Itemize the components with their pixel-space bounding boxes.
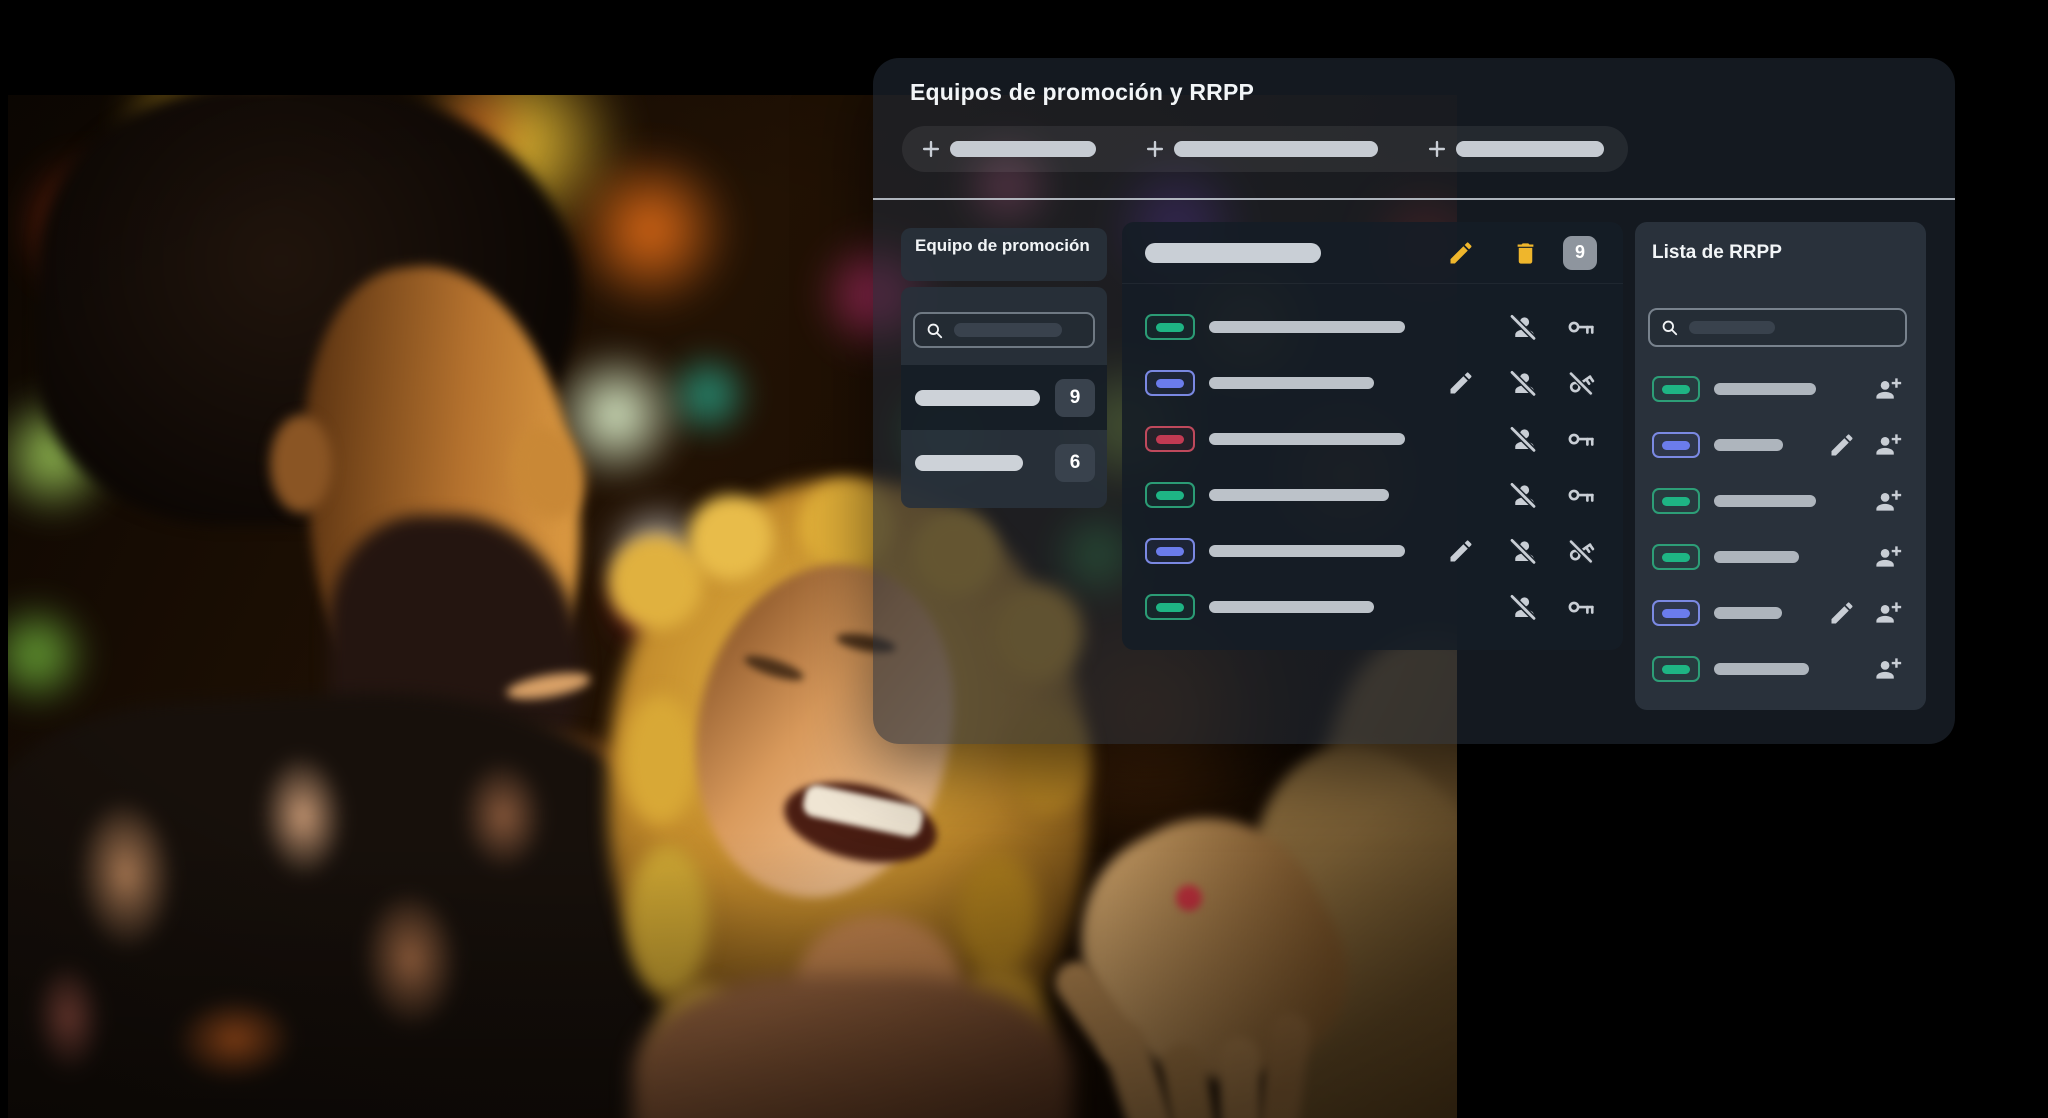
team-member-count: 6 [1055,444,1095,482]
key-icon[interactable] [1566,592,1596,622]
toolbar-add-button[interactable] [1426,138,1604,160]
key-icon[interactable] [1566,480,1596,510]
promo-team-row[interactable]: 9 [901,365,1107,430]
team-panel-header: 9 [1122,222,1623,284]
person-off-icon[interactable] [1508,424,1538,454]
key-off-icon[interactable] [1566,536,1596,566]
member-name-skeleton [1209,601,1374,613]
plus-icon [1144,138,1166,160]
search-placeholder-bar [1689,321,1775,334]
promo-team-row[interactable]: 6 [901,430,1107,495]
team-name-skeleton [915,455,1023,471]
key-off-icon[interactable] [1566,368,1596,398]
promo-search-input[interactable] [913,312,1095,348]
edit-icon[interactable] [1828,599,1856,627]
key-icon[interactable] [1566,312,1596,342]
member-tag-green [1652,656,1700,682]
team-member-row[interactable] [1122,579,1623,635]
person-add-icon[interactable] [1873,543,1902,572]
member-name-skeleton [1209,377,1374,389]
toolbar-skeleton-bar [1174,141,1378,157]
rrpp-search-input[interactable] [1648,308,1907,347]
person-off-icon[interactable] [1508,480,1538,510]
person-off-icon[interactable] [1508,368,1538,398]
member-tag-green [1145,594,1195,620]
team-member-row[interactable] [1122,467,1623,523]
member-name-skeleton [1209,545,1405,557]
plus-icon [920,138,942,160]
rrpp-member-row[interactable] [1635,361,1926,417]
person-off-icon[interactable] [1508,592,1538,622]
delete-icon[interactable] [1512,240,1539,267]
member-name-skeleton [1714,607,1782,619]
member-tag-blue [1145,538,1195,564]
edit-icon[interactable] [1447,239,1475,267]
person-add-icon[interactable] [1873,655,1902,684]
member-tag-green [1652,376,1700,402]
rrpp-member-row[interactable] [1635,529,1926,585]
promo-panel-title: Equipo de promoción [901,228,1107,281]
page-title: Equipos de promoción y RRPP [910,79,1254,106]
promo-panel: 96 [901,287,1107,508]
member-tag-green [1652,544,1700,570]
promo-rrpp-card: Equipos de promoción y RRPP Equipo de pr… [873,58,1955,744]
member-name-skeleton [1714,551,1799,563]
member-name-skeleton [1714,495,1816,507]
person-add-icon[interactable] [1873,487,1902,516]
rrpp-member-row[interactable] [1635,473,1926,529]
search-icon [925,321,944,340]
person-add-icon[interactable] [1873,431,1902,460]
member-tag-green [1145,482,1195,508]
member-tag-green [1652,488,1700,514]
team-name-skeleton [915,390,1040,406]
search-icon [1660,318,1679,337]
member-tag-blue [1652,432,1700,458]
member-count-badge: 9 [1563,236,1597,270]
search-placeholder-bar [954,323,1062,337]
team-member-row[interactable] [1122,299,1623,355]
team-member-count: 9 [1055,379,1095,417]
screenshot-stage: Equipos de promoción y RRPP Equipo de pr… [0,0,2048,1118]
edit-icon[interactable] [1447,537,1475,565]
member-name-skeleton [1714,663,1809,675]
toolbar-add-button[interactable] [1144,138,1378,160]
rrpp-member-row[interactable] [1635,641,1926,697]
key-icon[interactable] [1566,424,1596,454]
toolbar-skeleton-bar [950,141,1096,157]
add-actions-toolbar [902,126,1628,172]
rrpp-member-row[interactable] [1635,585,1926,641]
team-member-row[interactable] [1122,411,1623,467]
rrpp-panel-title: Lista de RRPP [1652,242,1782,264]
person-add-icon[interactable] [1873,375,1902,404]
member-tag-blue [1145,370,1195,396]
member-name-skeleton [1209,489,1389,501]
edit-icon[interactable] [1828,431,1856,459]
member-name-skeleton [1209,433,1405,445]
rrpp-member-row[interactable] [1635,417,1926,473]
member-name-skeleton [1714,439,1783,451]
team-title-skeleton [1145,243,1321,263]
rrpp-panel: Lista de RRPP [1635,222,1926,710]
member-name-skeleton [1209,321,1405,333]
toolbar-add-button[interactable] [920,138,1096,160]
edit-icon[interactable] [1447,369,1475,397]
person-off-icon[interactable] [1508,536,1538,566]
person-off-icon[interactable] [1508,312,1538,342]
toolbar-divider [873,198,1955,200]
person-add-icon[interactable] [1873,599,1902,628]
team-member-row[interactable] [1122,523,1623,579]
member-tag-red [1145,426,1195,452]
member-tag-green [1145,314,1195,340]
member-name-skeleton [1714,383,1816,395]
plus-icon [1426,138,1448,160]
team-member-row[interactable] [1122,355,1623,411]
team-panel: 9 [1122,222,1623,650]
toolbar-skeleton-bar [1456,141,1604,157]
member-tag-blue [1652,600,1700,626]
